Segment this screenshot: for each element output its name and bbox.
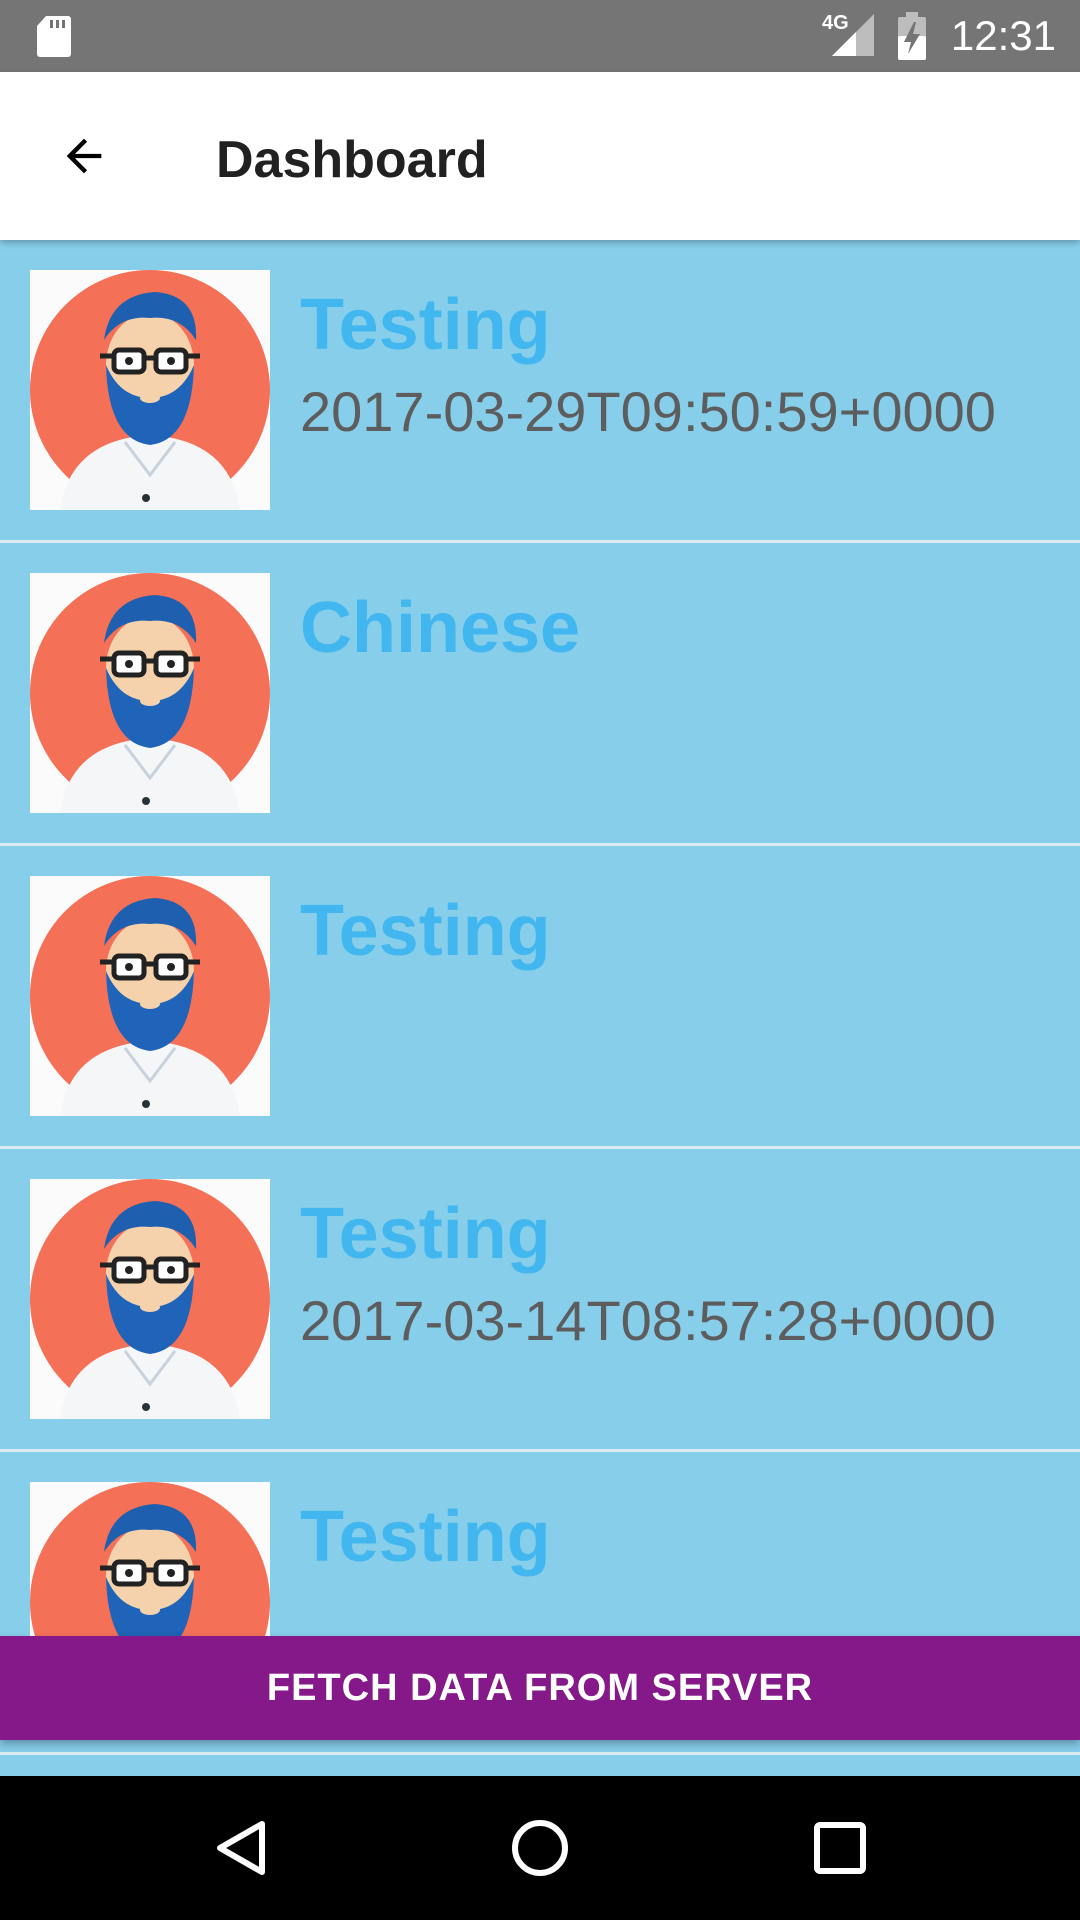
battery-charging-icon: [898, 12, 926, 60]
dashboard-list[interactable]: Testing 2017-03-29T09:50:59+0000 Chinese…: [0, 240, 1080, 1776]
list-item-title: Testing: [300, 1194, 551, 1274]
nav-home-icon: [512, 1820, 568, 1876]
list-item[interactable]: Testing 2017-03-29T09:50:59+0000: [0, 240, 1080, 543]
list-item[interactable]: Testing 2017-03-14T08:57:28+0000: [0, 1149, 1080, 1452]
app-bar: Dashboard: [0, 72, 1080, 240]
avatar-image: [30, 270, 270, 510]
nav-recents-icon: [814, 1822, 866, 1874]
page-title: Dashboard: [216, 131, 488, 189]
list-item-title: Chinese: [300, 588, 581, 668]
list-item[interactable]: Chinese: [0, 543, 1080, 846]
fetch-data-button[interactable]: FETCH DATA FROM SERVER: [0, 1636, 1080, 1740]
list-item[interactable]: Testing: [0, 846, 1080, 1149]
status-clock: 12:31: [950, 12, 1056, 59]
system-nav-bar: [0, 1776, 1080, 1920]
sd-card-icon: [37, 16, 71, 57]
avatar-image: [30, 1179, 270, 1419]
arrow-back-icon: [66, 138, 102, 174]
nav-back-button[interactable]: [204, 1812, 276, 1884]
bearded-man-avatar-icon: [30, 270, 270, 510]
signal-icon: [832, 14, 874, 56]
avatar-image: [30, 876, 270, 1116]
avatar-image: [30, 573, 270, 813]
nav-home-button[interactable]: [504, 1812, 576, 1884]
list-item-timestamp: 2017-03-29T09:50:59+0000: [300, 380, 996, 443]
back-button[interactable]: [50, 122, 118, 190]
nav-back-icon: [217, 1821, 265, 1875]
list-item-timestamp: 2017-03-14T08:57:28+0000: [300, 1289, 996, 1352]
status-bar: 4G 12:31: [0, 0, 1080, 72]
bearded-man-avatar-icon: [30, 876, 270, 1116]
list-item-title: Testing: [300, 1497, 551, 1577]
bearded-man-avatar-icon: [30, 1179, 270, 1419]
list-item-title: Testing: [300, 891, 551, 971]
nav-recents-button[interactable]: [804, 1812, 876, 1884]
bearded-man-avatar-icon: [30, 573, 270, 813]
list-item-title: Testing: [300, 285, 551, 365]
